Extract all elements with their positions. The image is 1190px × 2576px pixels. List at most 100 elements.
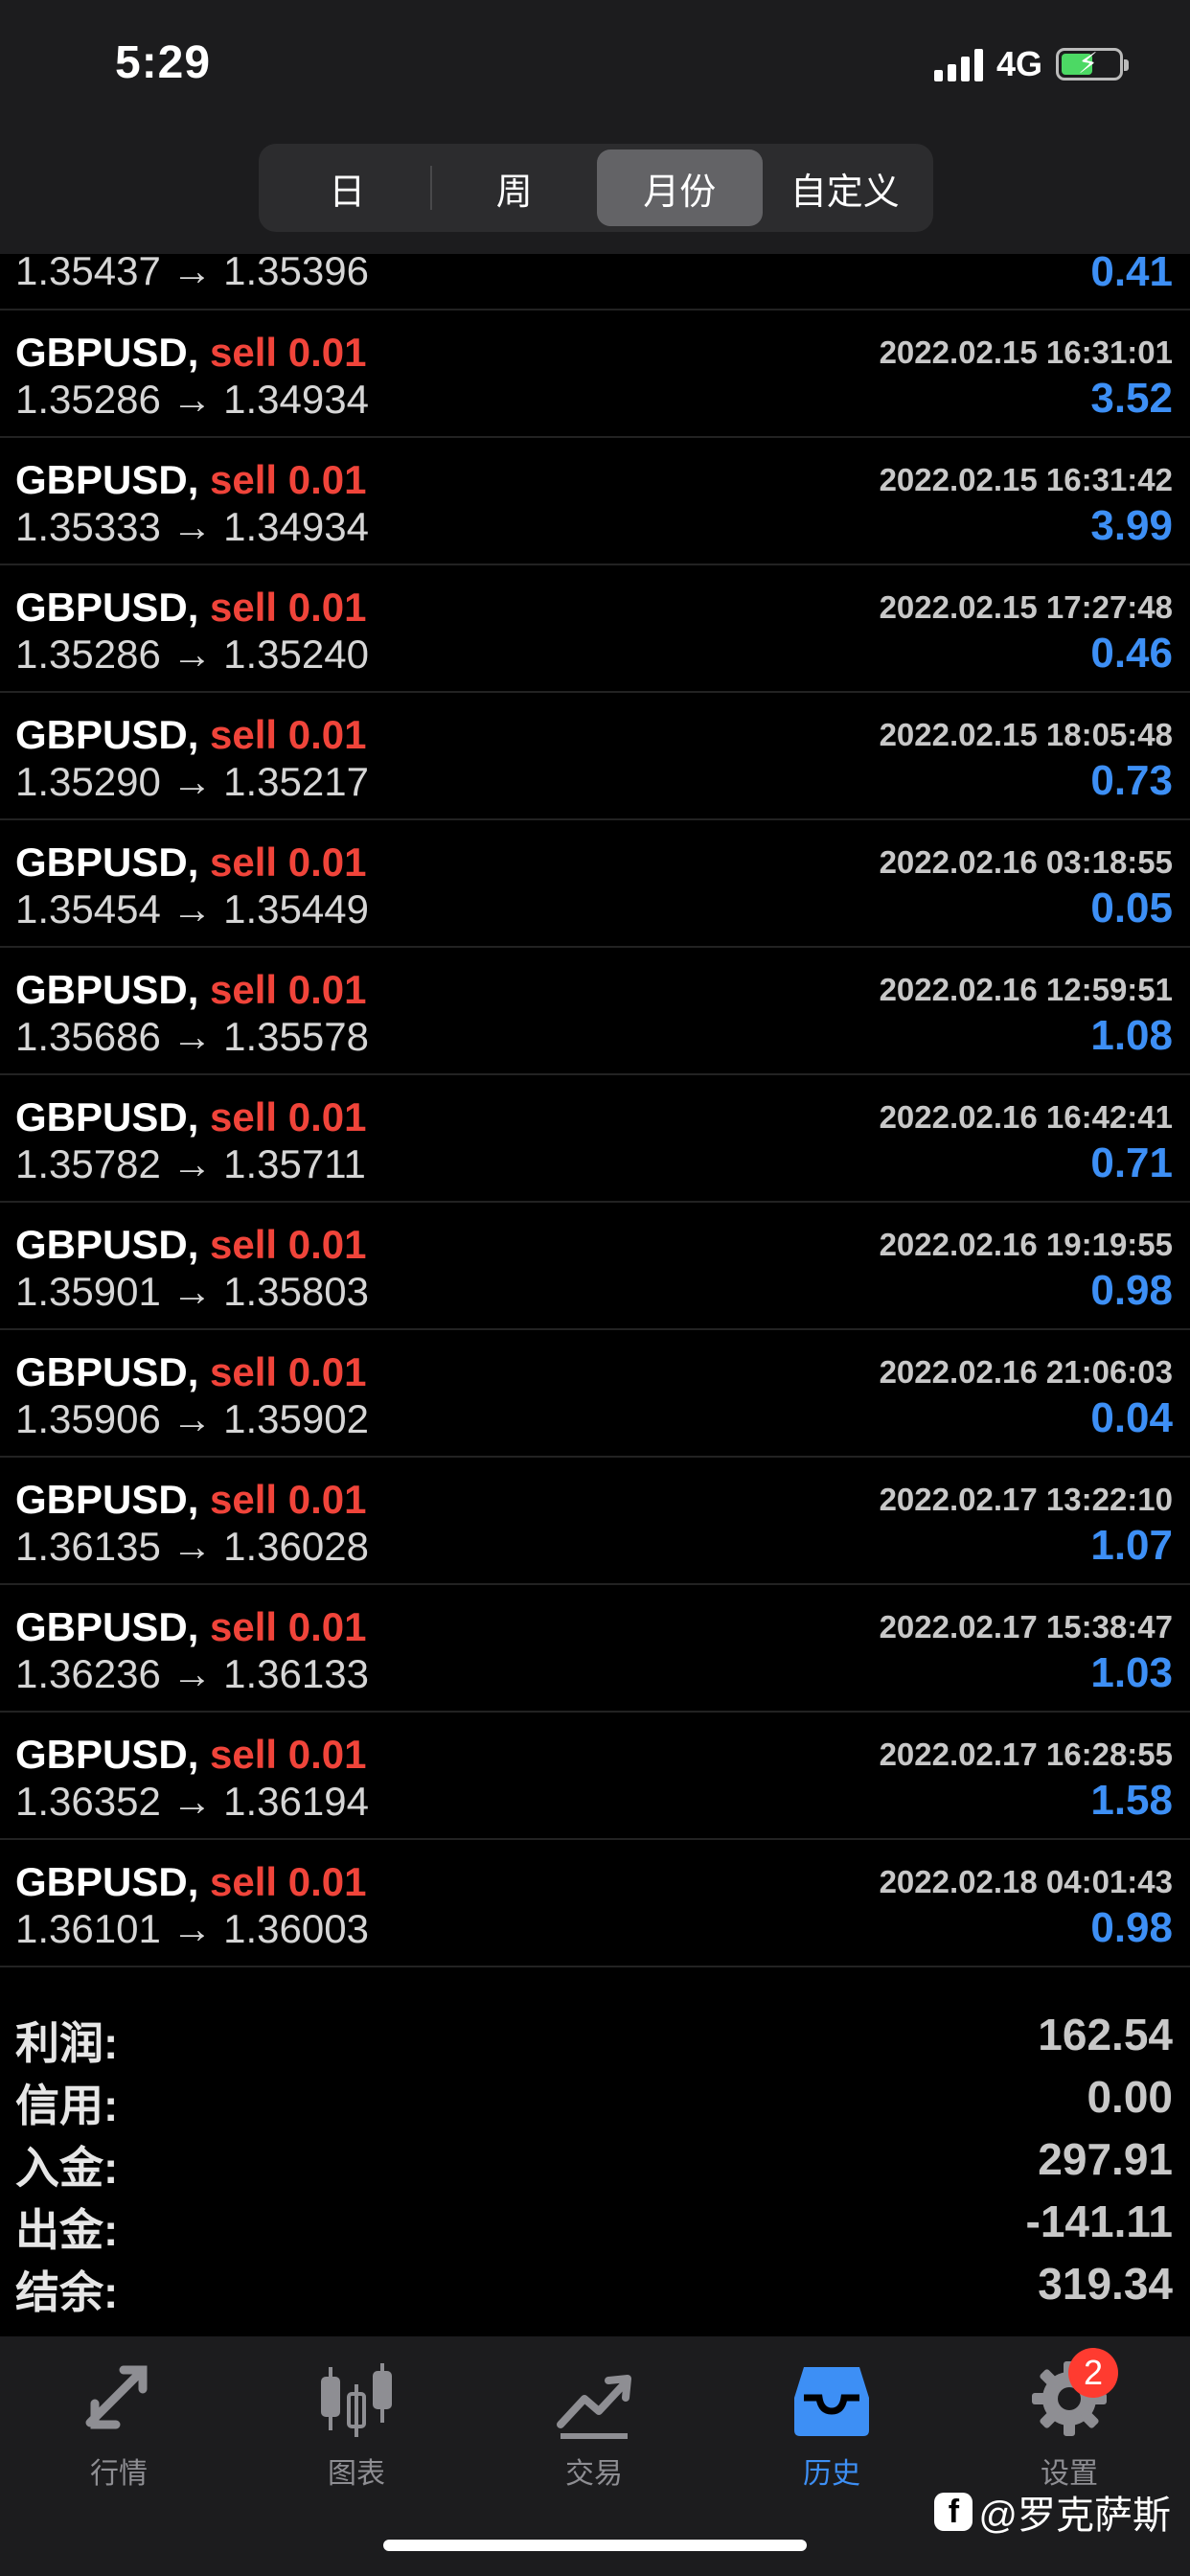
tab-quotes[interactable]: 行情 bbox=[0, 2356, 238, 2492]
tab-label: 交易 bbox=[565, 2458, 623, 2490]
trade-profit: 1.07 bbox=[1090, 1522, 1173, 1569]
notification-badge: 2 bbox=[1068, 2348, 1118, 2398]
trade-time: 2022.02.16 03:18:55 bbox=[879, 844, 1173, 880]
trade-side: sell 0.01 bbox=[210, 1604, 367, 1649]
trade-row[interactable]: GBPUSD, sell 0.01 2022.02.16 21:06:03 1.35… bbox=[0, 1330, 1190, 1458]
symbol-name: GBPUSD, bbox=[15, 585, 199, 630]
trade-time: 2022.02.17 16:28:55 bbox=[879, 1736, 1173, 1772]
watermark: f @罗克萨斯 bbox=[934, 2484, 1171, 2540]
trade-profit: 0.41 bbox=[1090, 248, 1173, 295]
trade-side: sell 0.01 bbox=[210, 1222, 367, 1267]
symbol-name: GBPUSD, bbox=[15, 712, 199, 757]
summary-value: -141.11 bbox=[1025, 2196, 1173, 2246]
trade-time: 2022.02.17 15:38:47 bbox=[879, 1609, 1173, 1644]
trade-row[interactable]: GBPUSD, sell 0.01 2022.02.15 16:31:42 1.35… bbox=[0, 438, 1190, 565]
trade-prices: 1.36135 → 1.36028 bbox=[15, 1524, 369, 1569]
trade-side: sell 0.01 bbox=[210, 1094, 367, 1139]
trade-symbol: GBPUSD, sell 0.01 bbox=[15, 330, 367, 376]
candlestick-icon bbox=[313, 2356, 400, 2442]
trade-row[interactable]: GBPUSD, sell 0.01 2022.02.18 04:01:43 1.36… bbox=[0, 1840, 1190, 1967]
trade-chart-icon bbox=[551, 2356, 637, 2442]
symbol-name: GBPUSD, bbox=[15, 1349, 199, 1394]
trade-row[interactable]: GBPUSD, sell 0.01 2022.02.17 15:38:47 1.36… bbox=[0, 1585, 1190, 1713]
trade-row-partial[interactable]: 1.35437 → 1.35396 0.41 bbox=[0, 248, 1190, 310]
trade-time: 2022.02.16 21:06:03 bbox=[879, 1354, 1173, 1390]
summary-label: 信用: bbox=[15, 2081, 119, 2130]
summary-value: 0.00 bbox=[1087, 2072, 1173, 2122]
trade-row[interactable]: GBPUSD, sell 0.01 2022.02.16 12:59:51 1.35… bbox=[0, 948, 1190, 1075]
trade-side: sell 0.01 bbox=[210, 457, 367, 502]
trade-symbol: GBPUSD, sell 0.01 bbox=[15, 1732, 367, 1778]
trade-symbol: GBPUSD, sell 0.01 bbox=[15, 967, 367, 1013]
trade-side: sell 0.01 bbox=[210, 967, 367, 1012]
segment-week[interactable]: 周 bbox=[432, 150, 598, 226]
trade-profit: 0.71 bbox=[1090, 1139, 1173, 1186]
trade-row[interactable]: GBPUSD, sell 0.01 2022.02.16 16:42:41 1.35… bbox=[0, 1075, 1190, 1203]
trade-time: 2022.02.16 12:59:51 bbox=[879, 972, 1173, 1007]
symbol-name: GBPUSD, bbox=[15, 330, 199, 375]
trade-symbol: GBPUSD, sell 0.01 bbox=[15, 1859, 367, 1905]
trade-side: sell 0.01 bbox=[210, 1477, 367, 1522]
trade-time: 2022.02.17 13:22:10 bbox=[879, 1482, 1173, 1517]
trade-prices: 1.35454 → 1.35449 bbox=[15, 886, 369, 932]
summary-label: 利润: bbox=[15, 2018, 119, 2068]
summary-row: 结余: 319.34 bbox=[0, 2252, 1190, 2317]
account-summary: 利润: 162.54 信用: 0.00 入金: 297.91 出金: -141.11 结余: 31… bbox=[0, 2003, 1190, 2317]
trade-time: 2022.02.18 04:01:43 bbox=[879, 1864, 1173, 1899]
symbol-name: GBPUSD, bbox=[15, 1859, 199, 1904]
trade-prices: 1.36352 → 1.36194 bbox=[15, 1779, 369, 1824]
segment-custom[interactable]: 自定义 bbox=[763, 150, 928, 226]
trade-prices: 1.35290 → 1.35217 bbox=[15, 759, 369, 804]
trade-row[interactable]: GBPUSD, sell 0.01 2022.02.15 17:27:48 1.35… bbox=[0, 565, 1190, 693]
trade-profit: 0.73 bbox=[1090, 757, 1173, 804]
watermark-logo-icon: f bbox=[934, 2493, 973, 2531]
trade-row[interactable]: GBPUSD, sell 0.01 2022.02.15 18:05:48 1.35… bbox=[0, 693, 1190, 820]
segment-month[interactable]: 月份 bbox=[597, 150, 763, 226]
trade-prices: 1.35901 → 1.35803 bbox=[15, 1269, 369, 1314]
tab-label: 历史 bbox=[803, 2458, 860, 2490]
trade-prices: 1.35286 → 1.34934 bbox=[15, 377, 369, 422]
summary-value: 162.54 bbox=[1038, 2010, 1173, 2059]
summary-value: 297.91 bbox=[1038, 2134, 1173, 2184]
trade-symbol: GBPUSD, sell 0.01 bbox=[15, 712, 367, 758]
symbol-name: GBPUSD, bbox=[15, 457, 199, 502]
trade-prices: 1.35906 → 1.35902 bbox=[15, 1396, 369, 1441]
symbol-name: GBPUSD, bbox=[15, 967, 199, 1012]
gear-icon: 2 bbox=[1026, 2348, 1118, 2442]
trade-side: sell 0.01 bbox=[210, 712, 367, 757]
trade-time: 2022.02.16 16:42:41 bbox=[879, 1099, 1173, 1135]
summary-label: 出金: bbox=[15, 2205, 119, 2255]
status-indicators: 4G ⚡ bbox=[933, 44, 1129, 84]
segment-day[interactable]: 日 bbox=[264, 150, 430, 226]
home-indicator[interactable] bbox=[383, 2540, 807, 2551]
trade-prices: 1.35437 → 1.35396 bbox=[15, 248, 369, 293]
symbol-name: GBPUSD, bbox=[15, 1604, 199, 1649]
tab-label: 图表 bbox=[328, 2458, 385, 2490]
summary-row: 出金: -141.11 bbox=[0, 2190, 1190, 2255]
trade-row[interactable]: GBPUSD, sell 0.01 2022.02.17 16:28:55 1.36… bbox=[0, 1713, 1190, 1840]
signal-strength-icon bbox=[933, 47, 983, 81]
header: 5:29 4G ⚡ 日 周 月份 自定义 bbox=[0, 0, 1190, 254]
trade-row[interactable]: GBPUSD, sell 0.01 2022.02.15 16:31:01 1.35… bbox=[0, 310, 1190, 438]
tab-label: 行情 bbox=[90, 2458, 148, 2490]
tab-charts[interactable]: 图表 bbox=[238, 2356, 475, 2492]
summary-label: 入金: bbox=[15, 2143, 119, 2193]
trade-symbol: GBPUSD, sell 0.01 bbox=[15, 457, 367, 503]
trade-profit: 3.99 bbox=[1090, 502, 1173, 549]
battery-charging-icon: ⚡ bbox=[1056, 48, 1129, 80]
trade-time: 2022.02.15 16:31:42 bbox=[879, 462, 1173, 497]
trade-row[interactable]: GBPUSD, sell 0.01 2022.02.16 19:19:55 1.35… bbox=[0, 1203, 1190, 1330]
trade-row[interactable]: GBPUSD, sell 0.01 2022.02.16 03:18:55 1.35… bbox=[0, 820, 1190, 948]
tab-history[interactable]: 历史 bbox=[713, 2356, 950, 2492]
trade-side: sell 0.01 bbox=[210, 1349, 367, 1394]
trade-profit: 3.52 bbox=[1090, 375, 1173, 422]
trade-row[interactable]: GBPUSD, sell 0.01 2022.02.17 13:22:10 1.36… bbox=[0, 1458, 1190, 1585]
symbol-name: GBPUSD, bbox=[15, 1732, 199, 1777]
quotes-arrows-icon bbox=[76, 2356, 162, 2442]
symbol-name: GBPUSD, bbox=[15, 1477, 199, 1522]
tab-settings[interactable]: 2 设置 bbox=[950, 2348, 1188, 2492]
trade-profit: 0.05 bbox=[1090, 885, 1173, 932]
history-inbox-icon bbox=[789, 2356, 875, 2442]
tab-trade[interactable]: 交易 bbox=[475, 2356, 713, 2492]
period-segmented-control: 日 周 月份 自定义 bbox=[259, 144, 933, 232]
